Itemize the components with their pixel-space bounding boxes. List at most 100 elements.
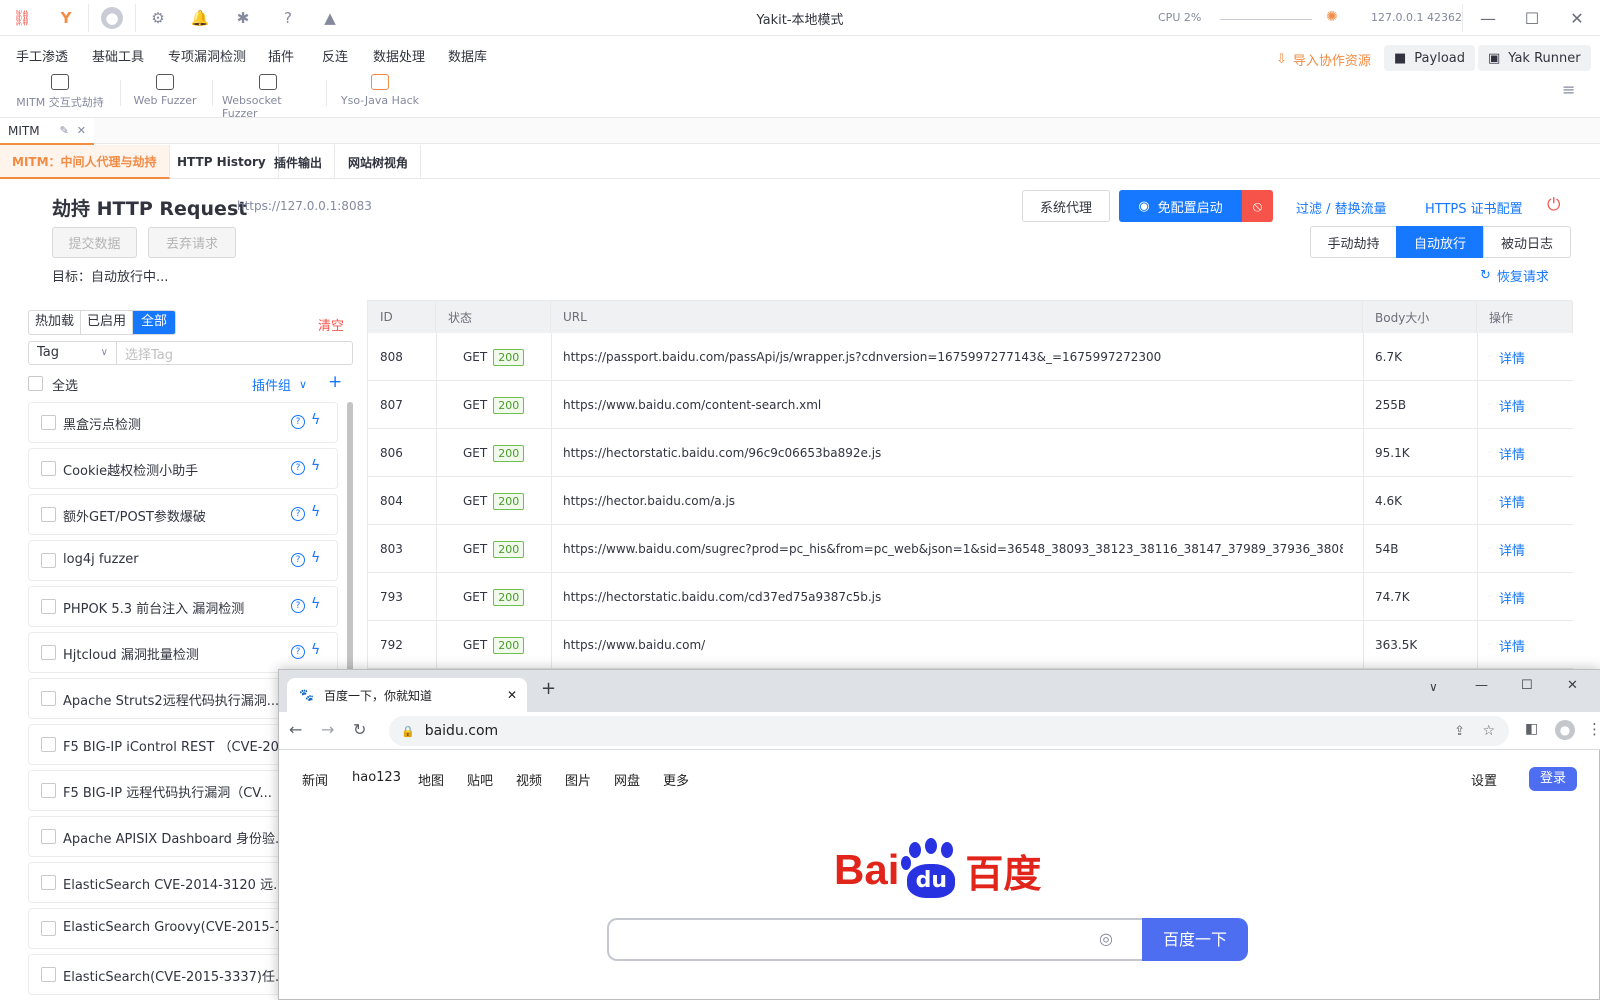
forward-icon[interactable]: → <box>321 720 334 739</box>
payload-button[interactable]: ■ Payload <box>1384 45 1475 71</box>
camera-icon[interactable]: ◎ <box>1099 929 1113 948</box>
discard-request-button[interactable]: 丢弃请求 <box>148 227 236 258</box>
plugin-checkbox[interactable] <box>41 967 56 982</box>
engine-icon[interactable]: ✺ <box>1326 9 1338 25</box>
help-icon[interactable]: ? <box>291 507 305 521</box>
system-proxy-button[interactable]: 系统代理 <box>1022 190 1110 222</box>
plugin-group-dropdown[interactable]: 插件组 ∨ <box>252 375 307 394</box>
table-row[interactable]: 803 GET 200 https://www.baidu.com/sugrec?pr… <box>368 525 1573 573</box>
close-tab-icon[interactable]: ✕ <box>77 124 86 137</box>
baidu-nav-netdisk[interactable]: 网盘 <box>614 770 640 789</box>
add-plugin-icon[interactable]: + <box>328 372 342 392</box>
menu-data-processing[interactable]: 数据处理 <box>373 46 425 65</box>
details-link[interactable]: 详情 <box>1499 573 1525 621</box>
filter-hot-reload[interactable]: 热加载 <box>29 311 82 334</box>
plugin-item[interactable]: Cookie越权检测小助手? ϟ <box>28 448 338 489</box>
bell-icon[interactable]: 🔔 <box>190 8 210 28</box>
minimize-button[interactable]: — <box>1465 0 1511 36</box>
baidu-nav-video[interactable]: 视频 <box>516 770 542 789</box>
tab-search-icon[interactable]: ∨ <box>1429 680 1438 694</box>
table-row[interactable]: 808 GET 200 https://passport.baidu.com/pass… <box>368 333 1573 381</box>
plugin-checkbox[interactable] <box>41 507 56 522</box>
close-button[interactable]: ✕ <box>1554 0 1600 36</box>
baidu-nav-hao123[interactable]: hao123 <box>352 770 401 785</box>
table-row[interactable]: 792 GET 200 https://www.baidu.com/363.5K 详情 <box>368 621 1573 669</box>
bug-icon[interactable]: ✱ <box>233 8 253 28</box>
baidu-search-button[interactable]: 百度一下 <box>1142 918 1248 961</box>
help-icon[interactable]: ? <box>278 8 298 28</box>
details-link[interactable]: 详情 <box>1499 333 1525 381</box>
star-icon[interactable]: ☆ <box>1482 723 1495 739</box>
baidu-nav-more[interactable]: 更多 <box>663 770 689 789</box>
baidu-nav-news[interactable]: 新闻 <box>302 770 328 789</box>
lightning-icon[interactable]: ϟ <box>311 550 320 566</box>
avatar-icon[interactable]: ● <box>101 7 123 29</box>
plugin-checkbox[interactable] <box>41 875 56 890</box>
gear-icon[interactable]: ⚙ <box>148 8 168 28</box>
share-icon[interactable]: ⇪ <box>1454 724 1465 739</box>
yak-runner-button[interactable]: ▣ Yak Runner <box>1478 45 1591 71</box>
mode-auto-release[interactable]: 自动放行 <box>1396 226 1484 258</box>
details-link[interactable]: 详情 <box>1499 477 1525 525</box>
help-icon[interactable]: ? <box>291 599 305 613</box>
free-config-start-button[interactable]: ◉ 免配置启动 <box>1119 190 1242 222</box>
clear-link[interactable]: 清空 <box>318 315 344 334</box>
plugin-item[interactable]: Hjtcloud 漏洞批量检测? ϟ <box>28 632 338 673</box>
mode-manual-hijack[interactable]: 手动劫持 <box>1310 226 1397 258</box>
https-cert-link[interactable]: HTTPS 证书配置 <box>1425 198 1523 217</box>
import-resources-link[interactable]: ⇩ 导入协作资源 <box>1276 50 1371 69</box>
tool-websocket-fuzzer[interactable]: Websocket Fuzzer <box>222 74 314 120</box>
plugin-scroll-thumb[interactable] <box>347 402 353 682</box>
help-icon[interactable]: ? <box>291 415 305 429</box>
plugin-checkbox[interactable] <box>41 829 56 844</box>
menu-plugins[interactable]: 插件 <box>268 46 294 65</box>
filter-all[interactable]: 全部 <box>133 311 176 334</box>
table-row[interactable]: 804 GET 200 https://hector.baidu.com/a.js 4.… <box>368 477 1573 525</box>
menu-dots-icon[interactable]: ⋮ <box>1587 720 1600 738</box>
menu-reverse[interactable]: 反连 <box>322 46 348 65</box>
lightning-icon[interactable]: ϟ <box>311 458 320 474</box>
filter-replace-link[interactable]: 过滤 / 替换流量 <box>1296 198 1387 217</box>
submit-data-button[interactable]: 提交数据 <box>52 227 137 258</box>
plugin-checkbox[interactable] <box>41 415 56 430</box>
link-icon[interactable]: ⛓ <box>12 8 32 28</box>
menu-basic-tools[interactable]: 基础工具 <box>92 46 144 65</box>
details-link[interactable]: 详情 <box>1499 621 1525 669</box>
plugin-checkbox[interactable] <box>41 645 56 660</box>
mode-passive-log[interactable]: 被动日志 <box>1483 226 1571 258</box>
lightning-icon[interactable]: ϟ <box>311 596 320 612</box>
baidu-nav-map[interactable]: 地图 <box>418 770 444 789</box>
tool-mitm[interactable]: MITM 交互式劫持 <box>14 74 106 110</box>
plugin-item[interactable]: 额外GET/POST参数爆破? ϟ <box>28 494 338 535</box>
baidu-search-input[interactable] <box>607 918 1143 961</box>
help-icon[interactable]: ? <box>291 645 305 659</box>
stop-icon[interactable]: ⦸ <box>1242 190 1273 222</box>
browser-minimize-button[interactable]: — <box>1475 678 1488 693</box>
tab-mitm-proxy[interactable]: MITM：中间人代理与劫持 <box>0 145 170 179</box>
collapse-menu-icon[interactable]: ≡ <box>1562 80 1575 99</box>
plugin-item[interactable]: 黑盒污点检测? ϟ <box>28 402 338 443</box>
plugin-checkbox[interactable] <box>41 599 56 614</box>
lightning-icon[interactable]: ϟ <box>311 412 320 428</box>
plugin-checkbox[interactable] <box>41 783 56 798</box>
plugin-checkbox[interactable] <box>41 691 56 706</box>
maximize-button[interactable]: ☐ <box>1509 0 1555 36</box>
edit-icon[interactable]: ✎ <box>60 124 69 137</box>
details-link[interactable]: 详情 <box>1499 525 1525 573</box>
help-icon[interactable]: ? <box>291 461 305 475</box>
tool-yso-java[interactable]: Yso-Java Hack <box>338 74 422 107</box>
tab-mitm[interactable]: MITM ✎ ✕ <box>0 118 94 145</box>
recover-request-link[interactable]: ↻ 恢复请求 <box>1480 266 1549 285</box>
plugin-item[interactable]: PHPOK 5.3 前台注入 漏洞检测? ϟ <box>28 586 338 627</box>
baidu-settings-link[interactable]: 设置 <box>1471 770 1497 789</box>
new-tab-icon[interactable]: + <box>541 678 556 699</box>
power-icon[interactable]: ⏻ <box>1547 195 1560 215</box>
reload-icon[interactable]: ↻ <box>353 720 366 739</box>
select-all-checkbox[interactable] <box>28 376 43 391</box>
plugin-checkbox[interactable] <box>41 737 56 752</box>
lightning-icon[interactable]: ϟ <box>311 642 320 658</box>
tab-plugin-output[interactable]: 插件输出 <box>262 145 336 179</box>
details-link[interactable]: 详情 <box>1499 381 1525 429</box>
baidu-nav-images[interactable]: 图片 <box>565 770 591 789</box>
plugin-checkbox[interactable] <box>41 921 56 936</box>
